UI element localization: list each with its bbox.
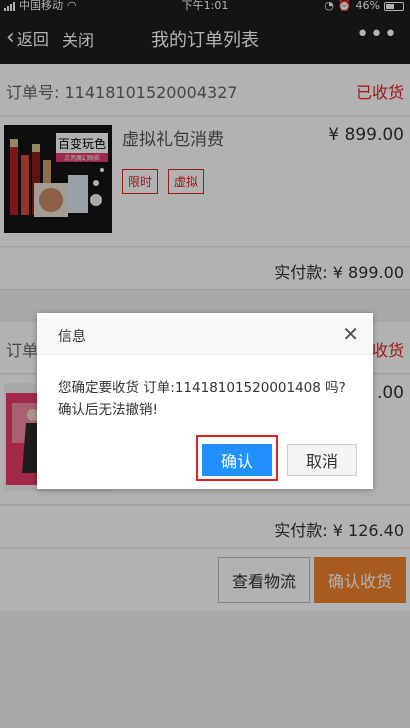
close-icon[interactable]: ✕ (342, 322, 359, 346)
dialog-message-line1: 您确定要收货 订单:11418101520001408 吗? (58, 380, 346, 396)
confirm-dialog: 信息 ✕ 您确定要收货 订单:11418101520001408 吗? 确认后无… (37, 313, 373, 489)
dialog-confirm-button[interactable]: 确认 (202, 444, 272, 476)
dialog-cancel-button[interactable]: 取消 (287, 444, 357, 476)
dialog-message-line2: 确认后无法撤销! (58, 402, 158, 418)
dialog-header: 信息 ✕ (37, 313, 373, 355)
dialog-message: 您确定要收货 订单:11418101520001408 吗? 确认后无法撤销! (58, 377, 368, 421)
dialog-title: 信息 (58, 329, 86, 345)
